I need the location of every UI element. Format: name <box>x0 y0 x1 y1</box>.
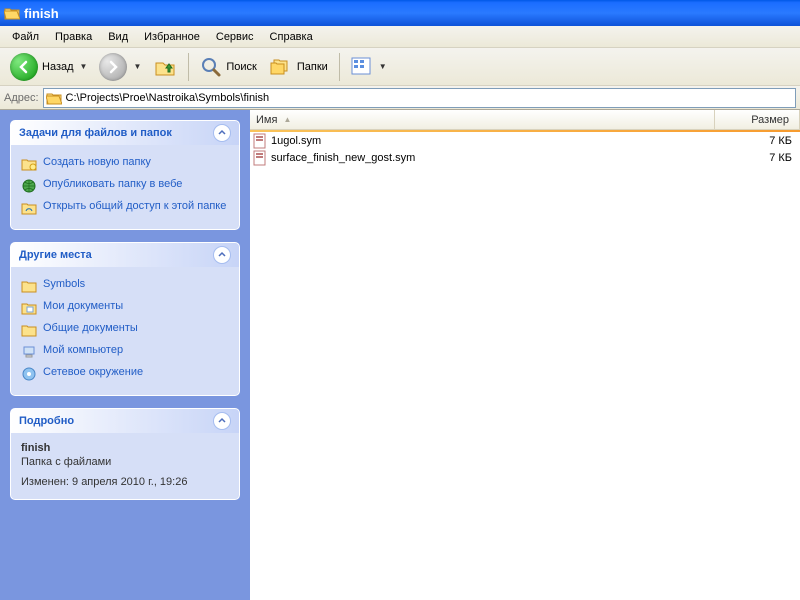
menu-help[interactable]: Справка <box>262 29 321 45</box>
menubar: Файл Правка Вид Избранное Сервис Справка <box>0 26 800 48</box>
details-type: Папка с файлами <box>21 455 229 469</box>
place-my-computer[interactable]: Мой компьютер <box>21 341 229 363</box>
other-places-title: Другие места <box>19 249 92 261</box>
globe-icon <box>21 178 37 194</box>
place-network[interactable]: Сетевое окружение <box>21 363 229 385</box>
search-button[interactable]: Поиск <box>196 54 260 80</box>
details-name: finish <box>21 441 229 455</box>
place-shared-documents[interactable]: Общие документы <box>21 319 229 341</box>
search-icon <box>200 56 222 78</box>
menu-tools[interactable]: Сервис <box>208 29 262 45</box>
views-icon <box>351 57 373 77</box>
window-titlebar: finish <box>0 0 800 26</box>
sym-file-icon <box>252 133 268 149</box>
task-new-folder[interactable]: Создать новую папку <box>21 153 229 175</box>
collapse-icon <box>213 124 231 142</box>
place-symbols[interactable]: Symbols <box>21 275 229 297</box>
address-path: C:\Projects\Proe\Nastroika\Symbols\finis… <box>66 92 270 104</box>
folder-open-icon <box>4 6 20 20</box>
file-item[interactable]: 1ugol.sym 7 КБ <box>250 132 800 149</box>
other-places-panel: Другие места Symbols Мои документы Общие… <box>10 242 240 396</box>
file-tasks-panel: Задачи для файлов и папок Создать новую … <box>10 120 240 230</box>
folder-new-icon <box>21 156 37 172</box>
back-icon <box>10 53 38 81</box>
folders-label: Папки <box>297 61 328 73</box>
menu-view[interactable]: Вид <box>100 29 136 45</box>
toolbar: Назад ▼ ▼ Поиск Папки ▼ <box>0 48 800 86</box>
chevron-down-icon: ▼ <box>133 62 141 71</box>
folder-up-icon <box>153 55 177 79</box>
file-name: 1ugol.sym <box>271 135 715 147</box>
column-size[interactable]: Размер <box>715 110 800 129</box>
forward-button[interactable]: ▼ <box>95 51 145 83</box>
column-headers: Имя ▲ Размер <box>250 110 800 130</box>
file-list: 1ugol.sym 7 КБ surface_finish_new_gost.s… <box>250 132 800 600</box>
forward-icon <box>99 53 127 81</box>
column-name[interactable]: Имя ▲ <box>250 110 715 129</box>
file-item[interactable]: surface_finish_new_gost.sym 7 КБ <box>250 149 800 166</box>
search-label: Поиск <box>226 61 256 73</box>
other-places-header[interactable]: Другие места <box>11 243 239 267</box>
window-title: finish <box>24 6 59 21</box>
folders-icon <box>269 56 293 78</box>
file-tasks-header[interactable]: Задачи для файлов и папок <box>11 121 239 145</box>
place-my-documents[interactable]: Мои документы <box>21 297 229 319</box>
chevron-down-icon: ▼ <box>80 62 88 71</box>
folder-open-icon <box>46 91 62 105</box>
folders-button[interactable]: Папки <box>265 54 332 80</box>
folder-documents-icon <box>21 300 37 316</box>
file-tasks-title: Задачи для файлов и папок <box>19 127 172 139</box>
sym-file-icon <box>252 150 268 166</box>
address-bar: Адрес: C:\Projects\Proe\Nastroika\Symbol… <box>0 86 800 110</box>
details-panel: Подробно finish Папка с файлами Изменен:… <box>10 408 240 500</box>
collapse-icon <box>213 246 231 264</box>
address-field[interactable]: C:\Projects\Proe\Nastroika\Symbols\finis… <box>43 88 796 108</box>
folder-share-icon <box>21 200 37 216</box>
views-button[interactable]: ▼ <box>347 55 391 79</box>
computer-icon <box>21 344 37 360</box>
address-label: Адрес: <box>4 92 39 104</box>
folder-icon <box>21 278 37 294</box>
separator <box>188 53 189 81</box>
separator <box>339 53 340 81</box>
menu-edit[interactable]: Правка <box>47 29 100 45</box>
task-share-folder[interactable]: Открыть общий доступ к этой папке <box>21 197 229 219</box>
up-button[interactable] <box>149 53 181 81</box>
menu-file[interactable]: Файл <box>4 29 47 45</box>
chevron-down-icon: ▼ <box>379 62 387 71</box>
details-modified: Изменен: 9 апреля 2010 г., 19:26 <box>21 475 229 489</box>
sort-asc-icon: ▲ <box>283 115 291 124</box>
collapse-icon <box>213 412 231 430</box>
back-button[interactable]: Назад ▼ <box>6 51 91 83</box>
file-name: surface_finish_new_gost.sym <box>271 152 715 164</box>
back-label: Назад <box>42 61 74 73</box>
menu-favorites[interactable]: Избранное <box>136 29 208 45</box>
details-header[interactable]: Подробно <box>11 409 239 433</box>
task-publish-web[interactable]: Опубликовать папку в вебе <box>21 175 229 197</box>
file-size: 7 КБ <box>715 152 800 164</box>
details-title: Подробно <box>19 415 74 427</box>
network-icon <box>21 366 37 382</box>
folder-shared-icon <box>21 322 37 338</box>
tasks-pane: Задачи для файлов и папок Создать новую … <box>0 110 250 600</box>
file-list-area: Имя ▲ Размер 1ugol.sym 7 КБ surface_fini… <box>250 110 800 600</box>
file-size: 7 КБ <box>715 135 800 147</box>
